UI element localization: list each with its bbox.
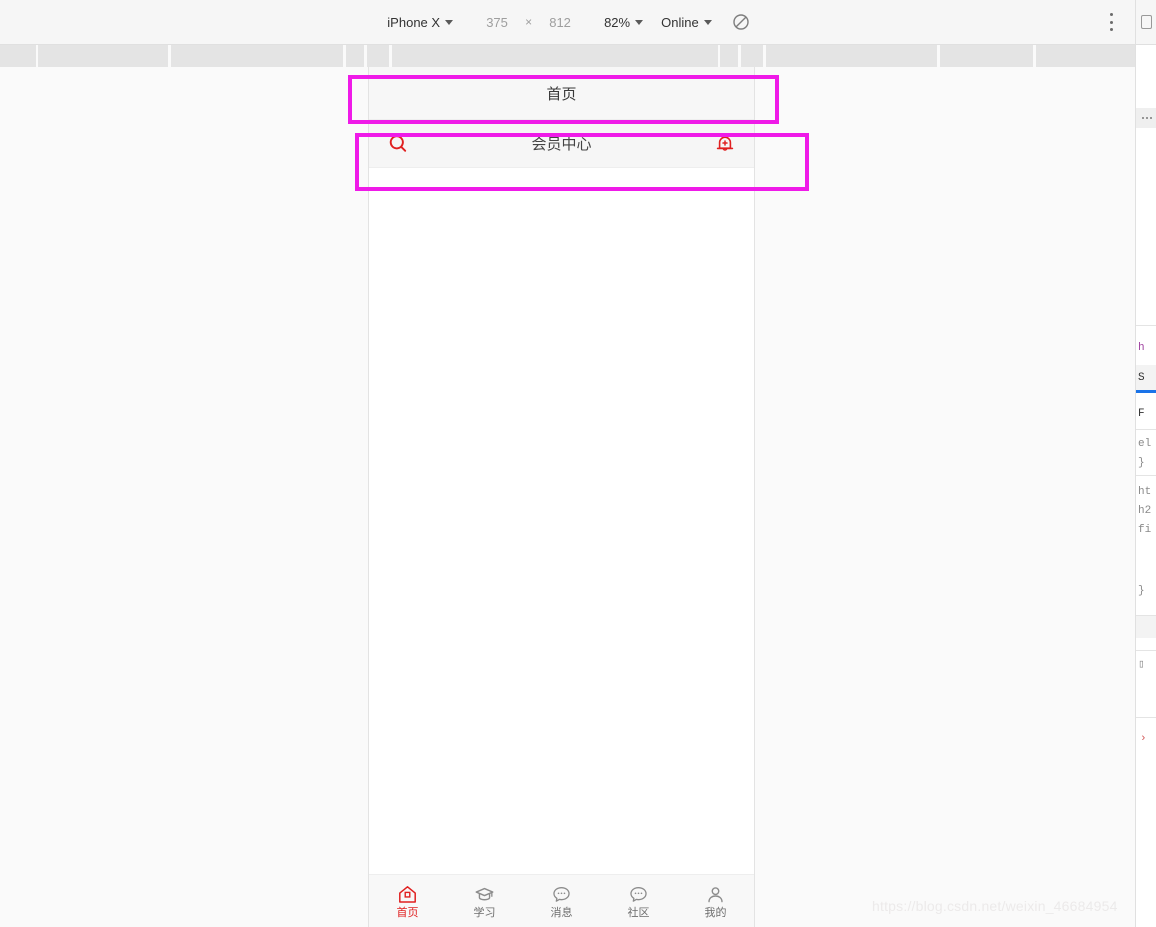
redacted-block bbox=[391, 45, 718, 67]
redacted-block bbox=[741, 45, 763, 67]
app-header-bar: 会员中心 bbox=[369, 120, 754, 168]
tab-home[interactable]: 首页 bbox=[369, 875, 446, 927]
devtools-right-edge-toolbar bbox=[1135, 0, 1156, 45]
tab-label: 社区 bbox=[627, 906, 650, 919]
screenshot-root: iPhone X × 82% Online bbox=[0, 0, 1156, 927]
redacted-block bbox=[765, 45, 937, 67]
chat-bubble-icon bbox=[551, 884, 572, 905]
viewport-width-input[interactable] bbox=[477, 14, 518, 30]
css-property-line[interactable]: F bbox=[1138, 408, 1145, 420]
device-viewport: 首页 会员中心 首页 学习 消息 社区 我的 bbox=[368, 67, 755, 927]
throttling-select[interactable]: Online bbox=[655, 10, 718, 34]
redacted-tab-strip bbox=[0, 45, 1135, 67]
person-icon bbox=[705, 884, 726, 905]
css-selector-line[interactable]: h bbox=[1138, 342, 1145, 354]
redacted-block bbox=[1036, 45, 1135, 67]
tab-label: 我的 bbox=[704, 906, 727, 919]
chevron-right-icon[interactable]: › bbox=[1140, 733, 1147, 745]
tab-label: 消息 bbox=[550, 906, 573, 919]
redacted-block bbox=[38, 45, 168, 67]
css-property-line[interactable]: el bbox=[1138, 438, 1151, 450]
tab-messages[interactable]: 消息 bbox=[523, 875, 600, 927]
device-frame-icon[interactable] bbox=[1140, 15, 1152, 29]
css-brace-line: } bbox=[1138, 457, 1145, 469]
tab-study[interactable]: 学习 bbox=[446, 875, 523, 927]
bell-add-icon[interactable] bbox=[712, 131, 738, 157]
redacted-block bbox=[346, 45, 365, 67]
tab-profile[interactable]: 我的 bbox=[677, 875, 754, 927]
header-title: 会员中心 bbox=[531, 136, 592, 153]
app-content-area bbox=[369, 168, 754, 874]
page-title: 首页 bbox=[546, 85, 577, 103]
css-selector-line[interactable]: ht bbox=[1138, 486, 1151, 498]
redacted-block bbox=[0, 45, 36, 67]
device-toolbar-controls: iPhone X × 82% Online bbox=[0, 0, 1135, 44]
redacted-block bbox=[367, 45, 389, 67]
chat-bubble-icon bbox=[628, 884, 649, 905]
css-brace-line: } bbox=[1138, 585, 1145, 597]
css-property-line[interactable]: S bbox=[1138, 372, 1145, 384]
devtools-styles-panel: h S F el } ht h2 fi } ▯ › bbox=[1135, 45, 1156, 927]
throttling-select-label: Online bbox=[661, 14, 699, 30]
bottom-tab-bar: 首页 学习 消息 社区 我的 bbox=[369, 874, 754, 927]
device-select-label: iPhone X bbox=[387, 14, 441, 30]
home-icon bbox=[397, 884, 418, 905]
device-emulation-toolbar: iPhone X × 82% Online bbox=[0, 0, 1135, 45]
search-icon[interactable] bbox=[385, 131, 411, 157]
more-vertical-icon[interactable] bbox=[1103, 11, 1119, 33]
chevron-down-icon bbox=[703, 19, 712, 25]
zoom-select-label: 82% bbox=[604, 14, 631, 30]
device-select[interactable]: iPhone X bbox=[381, 10, 459, 34]
css-selector-line[interactable]: h2 bbox=[1138, 505, 1151, 517]
watermark: https://blog.csdn.net/weixin_46684954 bbox=[872, 898, 1118, 914]
redacted-block bbox=[170, 45, 344, 67]
zoom-select[interactable]: 82% bbox=[598, 10, 649, 34]
chevron-down-icon bbox=[445, 19, 454, 25]
chevron-down-icon bbox=[635, 19, 644, 25]
tab-community[interactable]: 社区 bbox=[600, 875, 677, 927]
computed-box-model: ▯ bbox=[1138, 659, 1145, 671]
css-property-line[interactable]: fi bbox=[1138, 524, 1151, 536]
more-horizontal-icon[interactable] bbox=[1136, 108, 1156, 128]
page-title-bar: 首页 bbox=[369, 67, 754, 120]
rotate-device-icon[interactable] bbox=[728, 9, 754, 35]
redacted-block bbox=[720, 45, 739, 67]
viewport-height-input[interactable] bbox=[540, 14, 581, 30]
redacted-block bbox=[939, 45, 1034, 67]
graduation-cap-icon bbox=[474, 884, 495, 905]
tab-label: 学习 bbox=[473, 906, 496, 919]
tab-label: 首页 bbox=[396, 906, 419, 919]
dimension-separator: × bbox=[525, 15, 533, 29]
